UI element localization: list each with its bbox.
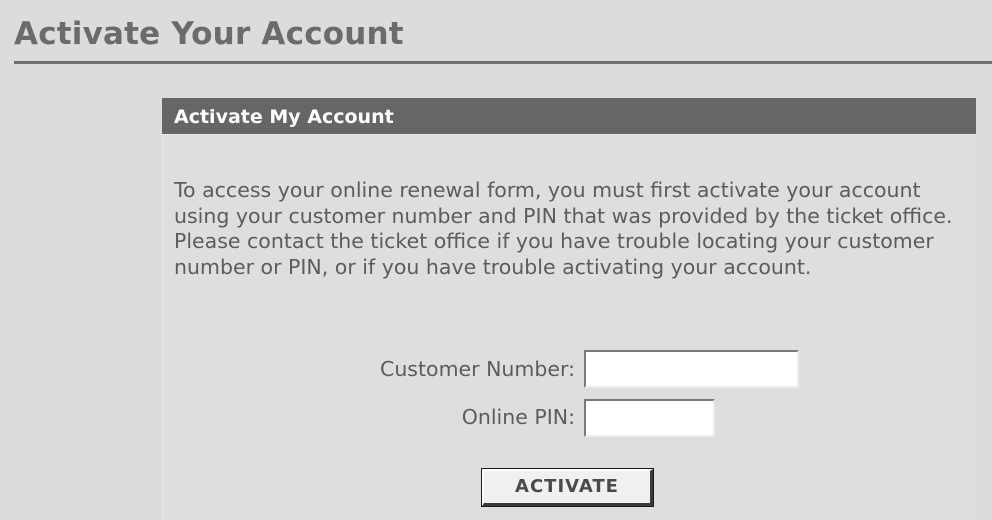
online-pin-label: Online PIN: — [461, 405, 575, 429]
customer-number-label: Customer Number: — [380, 357, 575, 381]
activate-button[interactable]: ACTIVATE — [481, 468, 654, 507]
customer-number-input[interactable] — [584, 350, 799, 388]
panel-header: Activate My Account — [162, 98, 976, 134]
intro-text: To access your online renewal form, you … — [174, 178, 953, 279]
page-title: Activate Your Account — [14, 16, 404, 52]
title-divider — [14, 61, 992, 64]
page-background: Activate Your Account Activate My Accoun… — [0, 0, 992, 520]
online-pin-input[interactable] — [584, 399, 715, 437]
